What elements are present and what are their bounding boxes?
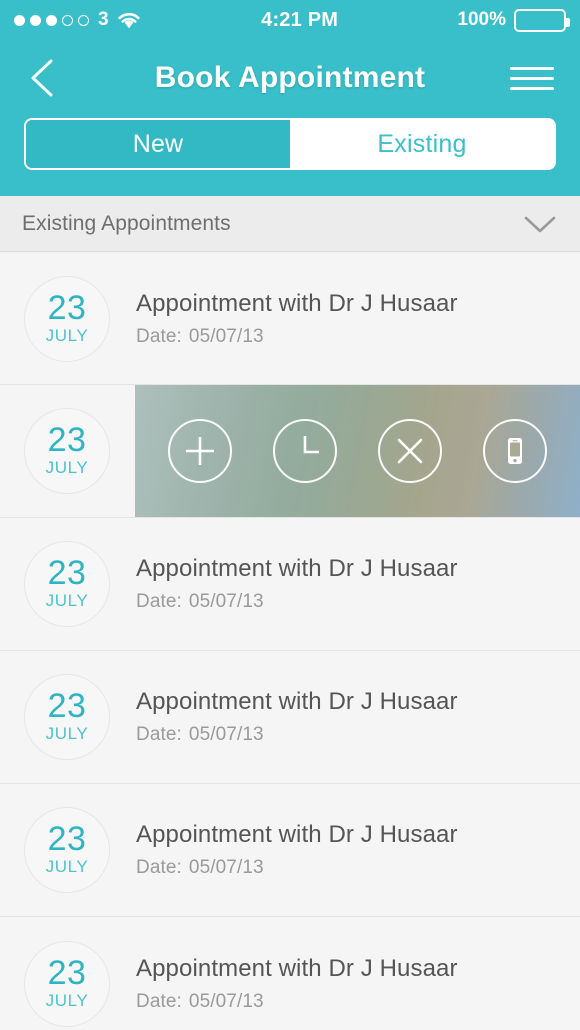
table-row[interactable]: 23 JULY Appointment with Dr J Husaar Dat… [0, 252, 580, 385]
row-text: Appointment with Dr J Husaar Date: 05/07/… [136, 555, 458, 613]
page-title: Book Appointment [154, 61, 426, 94]
appointment-date: Date: 05/07/13 [136, 991, 458, 1013]
date-day: 23 [47, 820, 87, 858]
appointment-date: Date: 05/07/13 [136, 857, 458, 879]
date-month: JULY [45, 857, 89, 876]
carrier-name: 3 [98, 9, 109, 30]
row-text: Appointment with Dr J Husaar Date: 05/07/… [136, 821, 458, 879]
date-badge: 23 JULY [24, 408, 110, 494]
row-actions-panel [135, 385, 580, 517]
date-label: Date: [136, 857, 182, 878]
status-bar-left: 3 [14, 9, 142, 31]
appointment-date: Date: 05/07/13 [136, 724, 458, 746]
cancel-appointment-action[interactable] [378, 419, 443, 483]
row-text: Appointment with Dr J Husaar Date: 05/07/… [136, 955, 458, 1013]
table-row-swiped[interactable]: 23 JULY [0, 385, 580, 518]
appointment-title: Appointment with Dr J Husaar [136, 555, 458, 582]
signal-strength-dots [14, 14, 89, 26]
reschedule-action[interactable] [272, 419, 337, 483]
date-value: 05/07/13 [188, 591, 264, 612]
date-badge: 23 JULY [24, 940, 110, 1027]
app-screen: 3 4:21 PM 100% Book Appointment New Exis… [0, 0, 580, 1030]
date-value: 05/07/13 [188, 325, 264, 347]
date-day: 23 [47, 421, 87, 459]
appointment-date: Date: 05/07/13 [136, 591, 458, 613]
date-label: Date: [136, 990, 182, 1012]
date-month: JULY [45, 325, 89, 345]
wifi-icon [118, 13, 140, 29]
mobile-phone-circle-icon [508, 438, 523, 464]
date-badge: 23 JULY [24, 541, 110, 627]
table-row[interactable]: 23 JULY Appointment with Dr J Husaar Dat… [0, 917, 580, 1030]
date-label: Date: [136, 724, 182, 745]
date-month: JULY [45, 458, 89, 477]
status-bar-right: 100% [457, 8, 570, 32]
status-bar-time: 4:21 PM [261, 8, 339, 31]
date-badge: 23 JULY [24, 275, 110, 362]
table-row[interactable]: 23 JULY Appointment with Dr J Husaar Dat… [0, 784, 580, 917]
signal-dot-1 [14, 14, 25, 26]
tab-existing[interactable]: Existing [290, 120, 554, 168]
tab-new[interactable]: New [26, 120, 290, 168]
appointment-date: Date: 05/07/13 [136, 326, 458, 348]
table-row[interactable]: 23 JULY Appointment with Dr J Husaar Dat… [0, 651, 580, 784]
date-label: Date: [136, 325, 182, 347]
section-title: Existing Appointments [22, 211, 231, 235]
signal-dot-3 [46, 14, 57, 26]
appointment-title: Appointment with Dr J Husaar [136, 289, 458, 317]
battery-percent: 100% [457, 9, 506, 30]
date-day: 23 [47, 288, 87, 327]
contact-action[interactable] [483, 419, 548, 483]
date-value: 05/07/13 [188, 724, 264, 745]
appointment-title: Appointment with Dr J Husaar [136, 688, 458, 715]
signal-dot-2 [30, 14, 41, 26]
table-row[interactable]: 23 JULY Appointment with Dr J Husaar Dat… [0, 518, 580, 651]
row-text: Appointment with Dr J Husaar Date: 05/07/… [136, 290, 458, 348]
navigation-bar: Book Appointment [0, 40, 580, 116]
battery-full-icon [514, 8, 570, 32]
row-text: Appointment with Dr J Husaar Date: 05/07/… [136, 688, 458, 746]
date-badge: 23 JULY [24, 807, 110, 893]
plus-circle-icon [185, 437, 214, 465]
appointment-title: Appointment with Dr J Husaar [136, 821, 458, 848]
status-bar: 3 4:21 PM 100% [0, 0, 580, 40]
clock-circle-icon [303, 436, 319, 454]
date-month: JULY [45, 990, 89, 1010]
appointment-title: Appointment with Dr J Husaar [136, 954, 458, 982]
date-badge: 23 JULY [24, 674, 110, 760]
date-month: JULY [45, 724, 89, 743]
top-bar-area: 3 4:21 PM 100% Book Appointment New Exis… [0, 0, 580, 196]
date-day: 23 [47, 687, 87, 725]
date-day: 23 [47, 953, 87, 992]
add-appointment-action[interactable] [167, 419, 232, 483]
appointments-list: 23 JULY Appointment with Dr J Husaar Dat… [0, 252, 580, 1030]
date-month: JULY [45, 591, 89, 610]
back-chevron-icon[interactable] [26, 55, 60, 101]
date-label: Date: [136, 591, 182, 612]
existing-appointments-section-header[interactable]: Existing Appointments [0, 196, 580, 252]
chevron-down-icon[interactable] [522, 213, 558, 235]
signal-dot-5 [78, 14, 89, 26]
date-value: 05/07/13 [188, 990, 264, 1012]
hamburger-menu-icon[interactable] [510, 60, 554, 97]
tab-switcher: New Existing [0, 118, 580, 170]
signal-dot-4 [62, 14, 73, 26]
date-value: 05/07/13 [188, 857, 264, 878]
close-circle-icon [397, 438, 423, 464]
date-day: 23 [47, 554, 87, 592]
